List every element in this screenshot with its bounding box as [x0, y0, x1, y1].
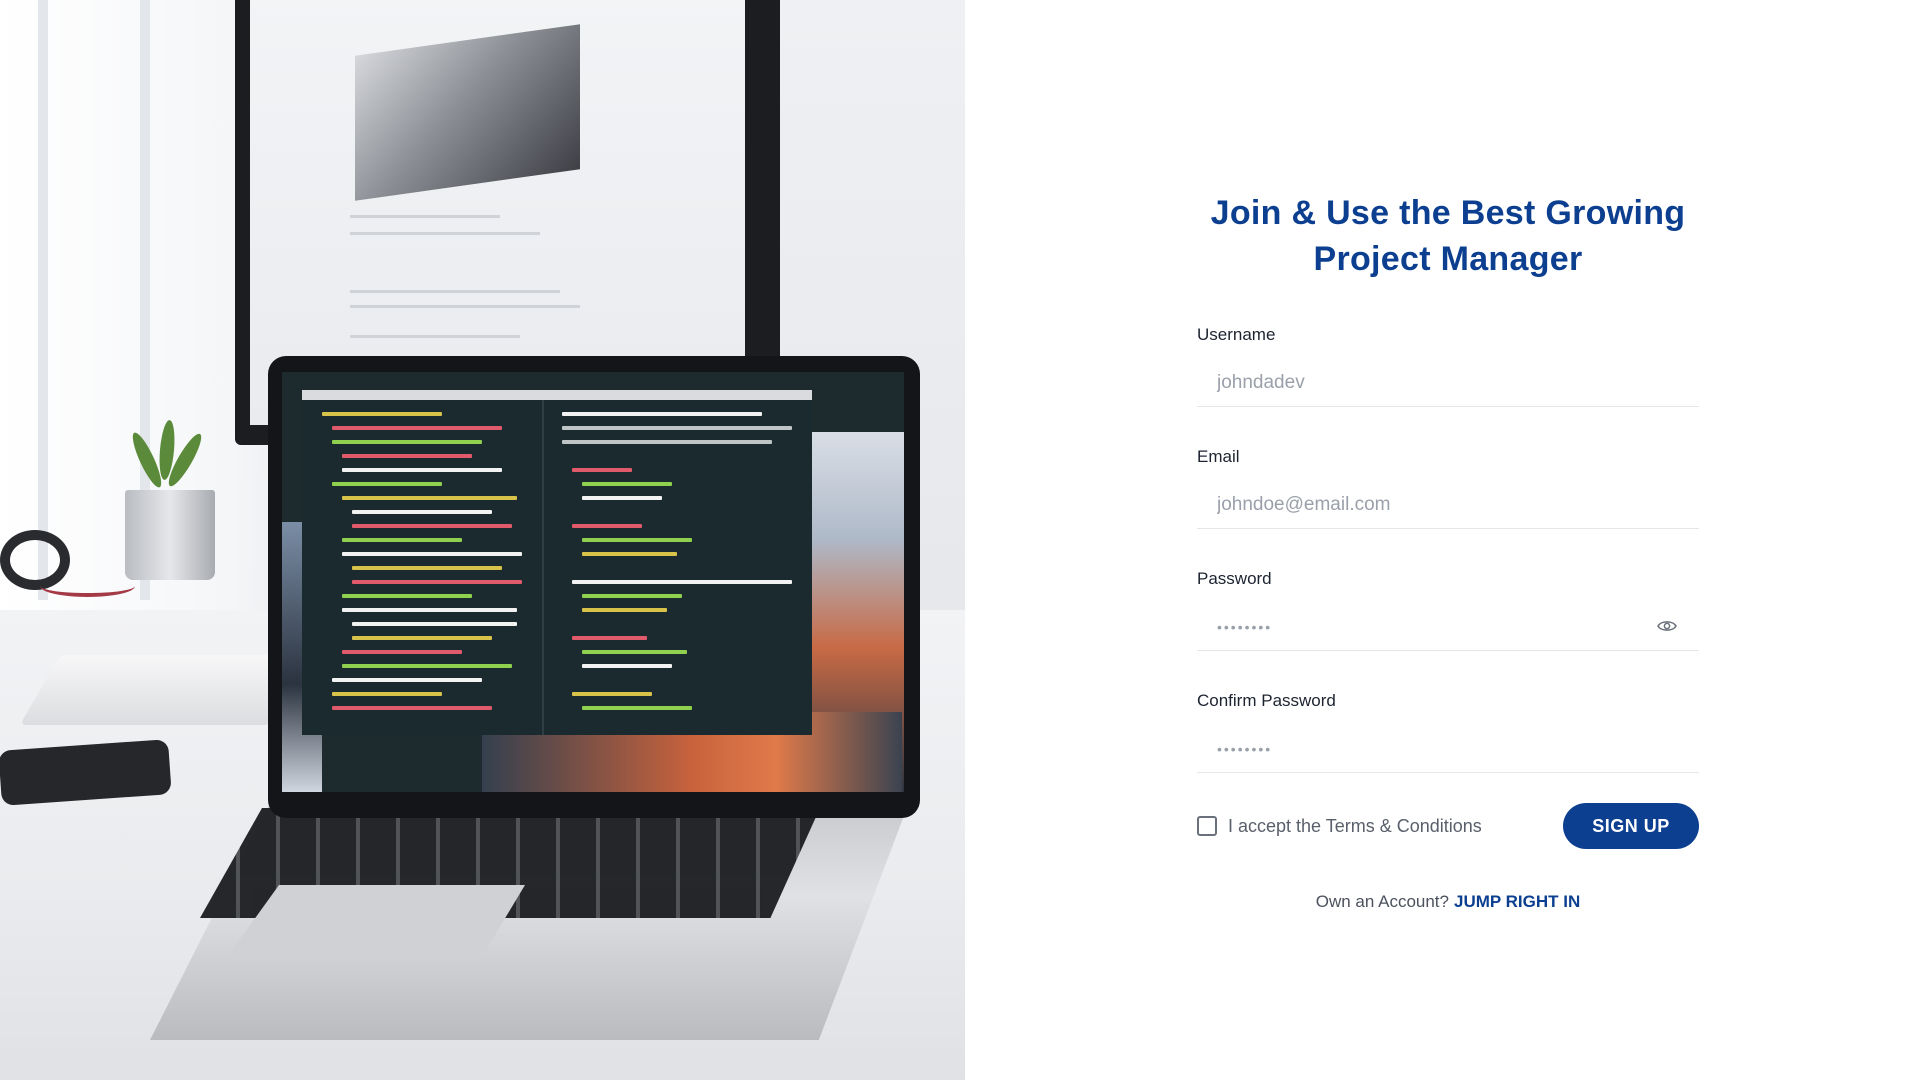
- terms-checkbox[interactable]: [1197, 816, 1217, 836]
- code-editor: [302, 390, 812, 735]
- confirm-password-field-group: Confirm Password: [1197, 691, 1699, 773]
- hero-photo: [0, 0, 965, 1080]
- email-label: Email: [1197, 447, 1240, 466]
- password-field-group: Password: [1197, 569, 1699, 651]
- eye-icon[interactable]: [1657, 619, 1677, 633]
- password-label: Password: [1197, 569, 1272, 588]
- signup-panel: Join & Use the Best Growing Project Mana…: [965, 0, 1920, 1080]
- username-input[interactable]: [1197, 359, 1699, 406]
- confirm-password-input[interactable]: [1197, 725, 1699, 772]
- email-field-group: Email: [1197, 447, 1699, 529]
- signup-form: Join & Use the Best Growing Project Mana…: [1197, 190, 1699, 912]
- terms-checkbox-group[interactable]: I accept the Terms & Conditions: [1197, 816, 1482, 837]
- confirm-password-label: Confirm Password: [1197, 691, 1336, 710]
- login-prompt: Own an Account? JUMP RIGHT IN: [1197, 892, 1699, 912]
- title-line-2: Project Manager: [1313, 240, 1583, 278]
- laptop-screen: [282, 372, 904, 792]
- username-field-group: Username: [1197, 325, 1699, 407]
- plant-pot: [125, 490, 215, 580]
- page-title: Join & Use the Best Growing Project Mana…: [1197, 190, 1699, 282]
- login-prompt-text: Own an Account?: [1315, 892, 1449, 911]
- submit-row: I accept the Terms & Conditions SIGN UP: [1197, 803, 1699, 849]
- email-input[interactable]: [1197, 481, 1699, 528]
- terms-label: I accept the Terms & Conditions: [1228, 815, 1482, 836]
- username-label: Username: [1197, 325, 1276, 344]
- sign-up-button[interactable]: SIGN UP: [1563, 803, 1699, 849]
- password-input[interactable]: [1197, 603, 1699, 650]
- title-line-1: Join & Use the Best Growing: [1210, 194, 1686, 232]
- login-link[interactable]: JUMP RIGHT IN: [1454, 892, 1580, 911]
- keyboard: [19, 655, 311, 725]
